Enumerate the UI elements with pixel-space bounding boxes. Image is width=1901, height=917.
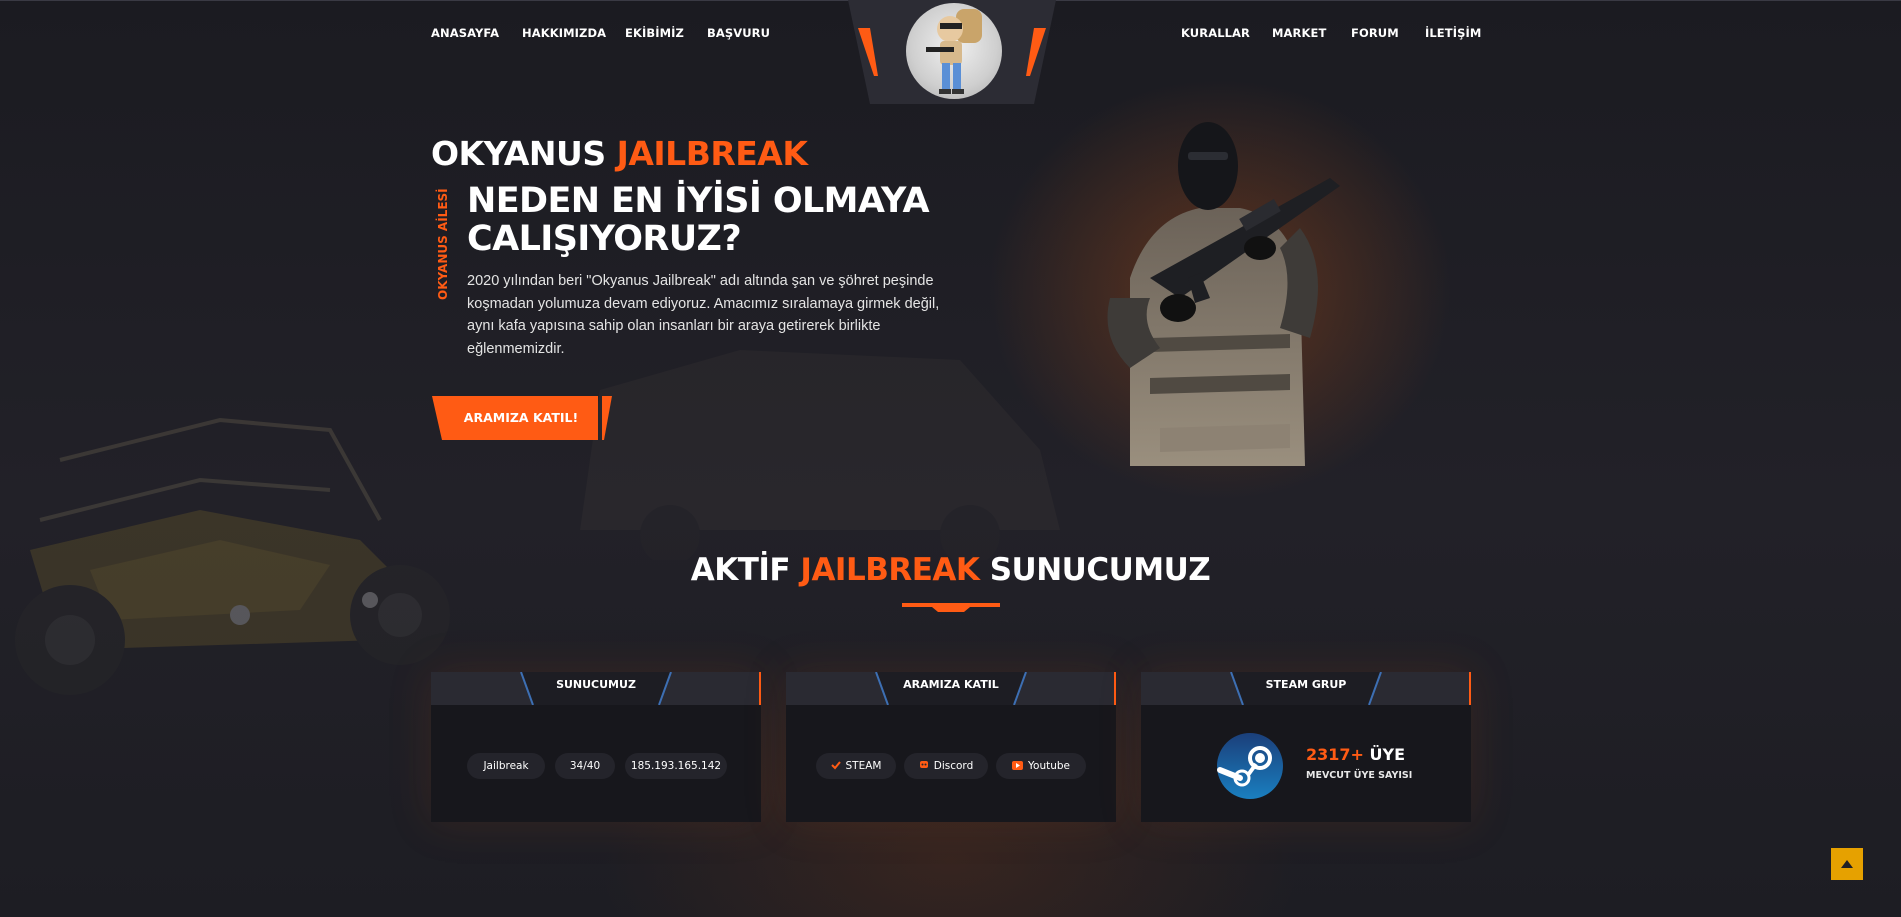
discord-icon: [919, 761, 928, 768]
member-count-number: 2317+: [1306, 745, 1364, 764]
steam-link[interactable]: STEAM: [816, 753, 896, 779]
scroll-to-top-button[interactable]: [1831, 848, 1863, 880]
join-us-button-label: ARAMIZA KATIL!: [463, 410, 579, 425]
nav-item-ekibimiz[interactable]: EKİBİMİZ: [625, 26, 684, 40]
join-card-title: ARAMIZA KATIL: [903, 678, 999, 691]
hero-soldier-illustration: [1107, 122, 1340, 466]
join-us-button[interactable]: ARAMIZA KATIL!: [432, 396, 612, 440]
nav-item-iletisim[interactable]: İLETİŞİM: [1425, 26, 1481, 40]
nav-item-kurallar[interactable]: KURALLAR: [1181, 26, 1250, 40]
member-count-label: ÜYE: [1363, 745, 1406, 764]
section-title-part2: JAILBREAK: [800, 552, 980, 588]
hero-description: 2020 yılından beri "Okyanus Jailbreak" a…: [467, 273, 940, 357]
hero-headline: NEDEN EN İYİSİ OLMAYA CALIŞIYORUZ?: [467, 182, 987, 258]
join-card: ARAMIZA KATIL STEAM Discord Youtube: [786, 672, 1116, 822]
discord-link-label: Discord: [933, 760, 974, 772]
side-tag: OKYANUS AİLESİ: [436, 188, 450, 300]
youtube-link-label: Youtube: [1028, 760, 1070, 772]
server-mode-badge: Jailbreak: [467, 753, 545, 779]
brand-title: OKYANUS JAILBREAK: [431, 134, 808, 173]
server-card-title: SUNUCUMUZ: [556, 678, 636, 691]
server-players-badge: 34/40: [555, 753, 615, 779]
hero-headline-line2: CALIŞIYORUZ?: [467, 219, 742, 259]
nav-item-basvuru[interactable]: BAŞVURU: [707, 26, 770, 40]
hero-headline-line1: NEDEN EN İYİSİ OLMAYA: [467, 181, 930, 221]
steam-group-card: STEAM GRUP 2317+ ÜYE MEVCUT ÜYE SAYISI: [1141, 672, 1471, 822]
site-logo[interactable]: [906, 3, 1002, 99]
steam-group-card-title: STEAM GRUP: [1265, 678, 1347, 691]
discord-link[interactable]: Discord: [904, 753, 988, 779]
server-card: SUNUCUMUZ Jailbreak 34/40 185.193.165.14…: [431, 672, 761, 822]
brand-title-white: OKYANUS: [431, 134, 617, 173]
steam-check-icon: [830, 761, 841, 770]
section-title-underline: [902, 603, 1000, 612]
section-title: AKTİF JAILBREAK SUNUCUMUZ: [0, 552, 1901, 588]
brand-title-orange: JAILBREAK: [616, 134, 808, 173]
member-count-subtitle: MEVCUT ÜYE SAYISI: [1306, 770, 1413, 781]
background-truck-art: [580, 350, 1060, 560]
mascot-icon: [926, 9, 982, 94]
steam-link-label: STEAM: [845, 760, 882, 772]
youtube-icon: [1012, 760, 1023, 770]
server-ip-badge[interactable]: 185.193.165.142: [625, 753, 727, 779]
section-title-part3: SUNUCUMUZ: [979, 552, 1211, 588]
member-count: 2317+ ÜYE: [1306, 745, 1405, 764]
section-title-part1: AKTİF: [690, 552, 801, 588]
nav-item-anasayfa[interactable]: ANASAYFA: [431, 26, 499, 40]
steam-logo-icon[interactable]: [1216, 732, 1284, 800]
nav-item-hakkimizda[interactable]: HAKKIMIZDA: [522, 26, 606, 40]
youtube-link[interactable]: Youtube: [996, 753, 1086, 779]
nav-item-market[interactable]: MARKET: [1272, 26, 1326, 40]
arrow-up-icon: [1841, 860, 1853, 868]
nav-item-forum[interactable]: FORUM: [1351, 26, 1399, 40]
